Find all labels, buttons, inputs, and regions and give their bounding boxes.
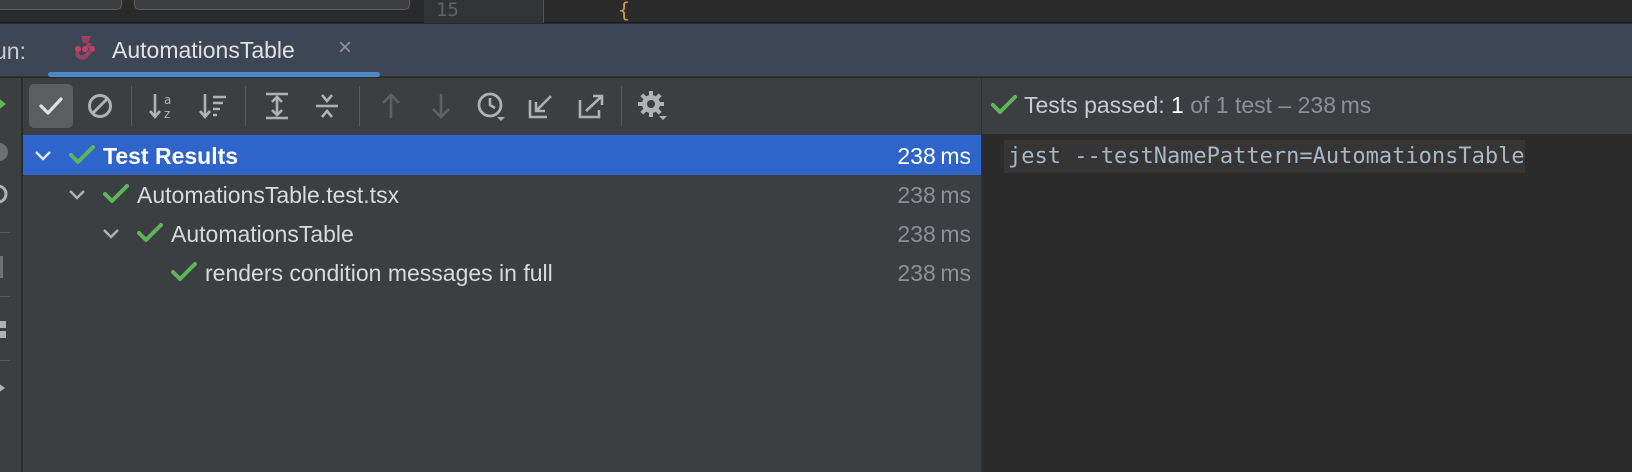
arrow-down-icon [432, 94, 450, 119]
tree-row-label: AutomationsTable [171, 221, 354, 247]
check-icon [39, 97, 63, 115]
layout-icon[interactable] [0, 318, 10, 342]
test-history-button[interactable] [469, 84, 513, 128]
test-status-text: Tests passed: 1 of 1 test – 238 ms [1024, 92, 1371, 119]
cancel-circle-icon [88, 94, 112, 118]
tree-row-label: Test Results [103, 143, 239, 169]
run-label: un: [0, 38, 26, 64]
arrow-up-icon [382, 93, 400, 118]
tree-row-test-file[interactable]: AutomationsTable.test.tsx 238 ms [23, 174, 981, 214]
passed-check-icon [137, 223, 163, 242]
passed-check-icon [69, 145, 95, 164]
jest-icon [75, 36, 95, 60]
settings-button[interactable] [631, 84, 675, 128]
sort-alphabetically-button[interactable]: a z [141, 84, 185, 128]
fold-guide [543, 0, 544, 23]
svg-text:z: z [164, 107, 170, 121]
tree-row-label: AutomationsTable.test.tsx [137, 182, 400, 208]
editor-gutter: 15 [424, 0, 544, 23]
test-results-tree: Test Results 238 ms AutomationsTable.tes… [23, 134, 981, 472]
run-tab-title: AutomationsTable [112, 37, 295, 63]
run-tool-window-header: un: AutomationsTable × [0, 24, 1632, 77]
toolbar-separator [359, 86, 360, 126]
expand-all-button[interactable] [255, 84, 299, 128]
left-action-gutter [0, 78, 22, 472]
status-label: Tests passed: [1024, 92, 1172, 118]
tree-row-label: renders condition messages in full [205, 260, 553, 286]
active-tab-indicator [48, 72, 380, 77]
import-icon [528, 95, 552, 119]
console-command-line[interactable]: jest --testNamePattern=AutomationsTable [1004, 140, 1525, 173]
ide-window: 15 { un: AutomationsTable × a z Test Res… [0, 0, 1632, 472]
sort-alpha-icon: a z [149, 93, 171, 121]
tree-row-duration: 238 ms [897, 182, 971, 208]
run-tab-automationstable[interactable]: AutomationsTable × [48, 24, 380, 77]
collapse-all-icon [316, 94, 338, 118]
editor-strip: 15 { [0, 0, 1632, 23]
svg-text:a: a [164, 93, 171, 107]
rerun-failed-icon[interactable] [0, 182, 10, 206]
test-status-bar: Tests passed: 1 of 1 test – 238 ms [982, 78, 1632, 134]
tree-row-test-results[interactable]: Test Results 238 ms [23, 135, 981, 175]
status-summary: of 1 test – 238 ms [1183, 92, 1372, 118]
tree-row-duration: 238 ms [897, 260, 971, 286]
close-icon[interactable]: × [338, 36, 352, 60]
show-ignored-toggle[interactable] [78, 84, 122, 128]
expand-all-icon [266, 92, 288, 120]
next-failed-button[interactable] [419, 84, 463, 128]
test-runner-toolbar: a z [23, 78, 981, 134]
gear-icon [638, 91, 667, 120]
tree-row-test-case[interactable]: renders condition messages in full 238 m… [23, 252, 981, 292]
toolbar-separator [245, 86, 246, 126]
tree-row-test-suite[interactable]: AutomationsTable 238 ms [23, 213, 981, 253]
toolbar-separator [131, 86, 132, 126]
chevron-down-icon[interactable] [33, 145, 53, 165]
gutter-separator [0, 296, 10, 297]
toolbar-separator [621, 86, 622, 126]
rerun-icon[interactable] [0, 92, 10, 116]
passed-check-icon [991, 95, 1017, 114]
history-clock-icon [477, 92, 505, 121]
console-pane: Tests passed: 1 of 1 test – 238 ms jest … [981, 78, 1632, 472]
stop-icon[interactable] [0, 140, 10, 164]
pause-icon[interactable] [0, 256, 3, 278]
editor-control-stub[interactable] [134, 0, 410, 10]
chevron-down-icon[interactable] [67, 184, 87, 204]
chevron-down-icon[interactable] [101, 223, 121, 243]
show-passed-toggle[interactable] [29, 84, 73, 128]
sort-by-duration-button[interactable] [191, 84, 235, 128]
collapse-all-button[interactable] [305, 84, 349, 128]
status-passed-count: 1 [1171, 92, 1184, 118]
export-tests-button[interactable] [569, 84, 613, 128]
previous-failed-button[interactable] [369, 84, 413, 128]
gutter-separator [0, 232, 10, 233]
export-icon [578, 94, 604, 119]
editor-control-stub[interactable] [0, 0, 122, 10]
sort-duration-icon [199, 94, 226, 120]
import-tests-button[interactable] [519, 84, 563, 128]
code-fragment: { [618, 0, 631, 22]
pin-tab-icon[interactable] [0, 376, 10, 400]
tree-row-duration: 238 ms [897, 143, 971, 169]
passed-check-icon [171, 262, 197, 281]
passed-check-icon [103, 184, 129, 203]
tree-row-duration: 238 ms [897, 221, 971, 247]
gutter-separator [0, 360, 10, 361]
line-number: 15 [436, 0, 459, 21]
